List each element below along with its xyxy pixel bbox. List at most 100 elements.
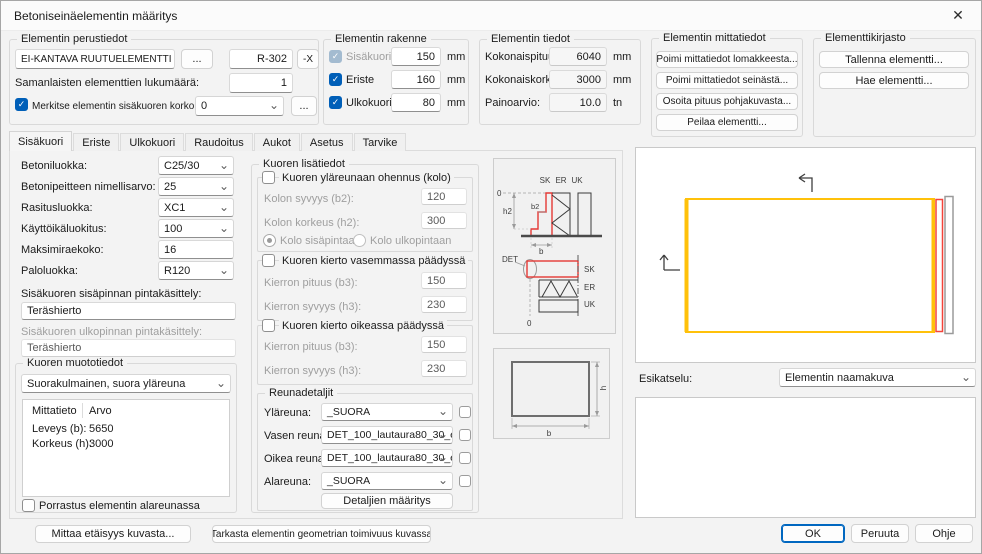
bottom-edge-select[interactable]: _SUORA⌄ [321,472,453,490]
group-structure-title: Elementin rakenne [331,33,431,46]
height-row-value: 3000 [89,438,113,451]
left-turn-checkbox[interactable] [262,254,275,267]
shape-rect [512,362,589,416]
bottom-edge-checkbox[interactable] [459,475,471,487]
insulation-checkbox[interactable]: ✓ [329,73,342,86]
max-aggregate-input[interactable]: 16 [158,240,234,259]
shape-diagram: h b [493,348,610,439]
top-edge-select[interactable]: _SUORA⌄ [321,403,453,421]
fire-class-label: Paloluokka: [21,265,78,278]
group-edges-title: Reunadetaljit [265,387,337,400]
inner-shell-thickness[interactable]: 150 [391,47,441,66]
measure-distance-button[interactable]: Mittaa etäisyys kuvasta... [35,525,191,543]
right-turn-checkbox[interactable] [262,319,275,332]
tab-raudoitus[interactable]: Raudoitus [185,133,253,151]
thinning-checkbox[interactable] [262,171,275,184]
concrete-class-select[interactable]: C25/30⌄ [158,156,234,175]
svg-text:b2: b2 [531,202,539,211]
count-label: Samanlaisten elementtien lukumäärä: [15,77,199,90]
step-bottom-checkbox[interactable] [22,499,35,512]
count-input[interactable]: 1 [229,73,293,93]
mirror-element-button[interactable]: Peilaa elementti... [656,114,798,131]
max-aggregate-label: Maksimiraekoko: [21,244,104,257]
fire-class-select[interactable]: R120⌄ [158,261,234,280]
left-edge-select[interactable]: DET_100_lautaura80_30_e⌄ [321,426,453,444]
name-browse-button[interactable]: ... [181,49,213,69]
tab-aukot[interactable]: Aukot [254,133,300,151]
svg-text:0: 0 [527,319,532,328]
plan-outer-shell [539,300,578,312]
wall-element-dialog: Betoniseinäelementin määritys ✕ Elementi… [0,0,982,554]
load-element-button[interactable]: Hae elementti... [819,72,969,89]
element-code-input[interactable]: R-302 [229,49,293,69]
point-length-button[interactable]: Osoita pituus pohjakuvasta... [656,93,798,110]
preview-list-box[interactable] [635,397,976,518]
group-measure-title: Elementin mittatiedot [659,32,770,45]
element-outline [686,199,934,332]
outer-surface-input: Teräshierto [21,339,236,357]
weight-unit: tn [613,97,622,110]
tab-tarvike[interactable]: Tarvike [354,133,407,151]
korko-select[interactable]: 0 ⌄ [195,96,284,116]
recess-outer-label: Kolo ulkopintaan [370,235,451,248]
svg-text:SK: SK [584,265,595,274]
check-geometry-button[interactable]: Tarkasta elementin geometrian toimivuus … [212,525,431,543]
total-length-unit: mm [613,51,631,64]
preview-mode-label: Esikatselu: [639,373,692,386]
plan-insulation [539,280,578,297]
korko-browse-button[interactable]: ... [291,96,317,116]
total-height-unit: mm [613,74,631,87]
concrete-class-label: Betoniluokka: [21,160,87,173]
element-name-input[interactable]: EI-KANTAVA RUUTUELEMENTTI [15,49,175,69]
pick-from-form-button[interactable]: Poimi mittatiedot lomakkeesta... [656,51,798,68]
outer-shell-checkbox[interactable]: ✓ [329,96,342,109]
service-life-label: Käyttöikäluokitus: [21,223,107,236]
svg-text:SK: SK [540,176,551,185]
top-edge-checkbox[interactable] [459,406,471,418]
inner-shell-unit: mm [447,51,465,64]
outer-shell-rect [578,193,591,236]
close-icon[interactable]: ✕ [935,1,981,30]
recess-depth-label: Kolon syvyys (b2): [264,193,354,206]
service-life-select[interactable]: 100⌄ [158,219,234,238]
right-edge-checkbox[interactable] [459,452,471,464]
outer-shell-thickness[interactable]: 80 [391,93,441,112]
right-edge-select[interactable]: DET_100_lautaura80_30_e⌄ [321,449,453,467]
cancel-button[interactable]: Peruuta [851,524,909,543]
ok-button[interactable]: OK [781,524,845,543]
svg-text:h2: h2 [503,207,512,216]
left-edge-checkbox[interactable] [459,429,471,441]
save-element-button[interactable]: Tallenna elementti... [819,51,969,68]
svg-text:b: b [539,247,544,256]
left-turn-depth-input: 230 [421,296,467,313]
minus-x-button[interactable]: -X [297,49,319,69]
insulation-unit: mm [447,74,465,87]
tab-eriste[interactable]: Eriste [73,133,119,151]
det-circle [524,260,537,279]
svg-text:UK: UK [571,176,583,185]
detail-definition-button[interactable]: Detaljien määritys [321,493,453,509]
right-turn-depth-label: Kierron syvyys (h3): [264,365,361,378]
shape-type-select[interactable]: Suorakulmainen, suora yläreuna⌄ [21,374,231,393]
inner-surface-input[interactable]: Teräshierto [21,302,236,320]
preview-mode-select[interactable]: Elementin naamakuva⌄ [779,368,976,387]
cover-label: Betonipeitteen nimellisarvo: [21,181,156,194]
chevron-down-icon: ⌄ [219,224,229,232]
exposure-select[interactable]: XC1⌄ [158,198,234,217]
svg-text:UK: UK [584,300,596,309]
insulation-thickness[interactable]: 160 [391,70,441,89]
pick-from-wall-button[interactable]: Poimi mittatiedot seinästä... [656,72,798,89]
right-turn-length-label: Kierron pituus (b3): [264,341,358,354]
tab-ulkokuori[interactable]: Ulkokuori [120,133,184,151]
svg-text:ER: ER [584,283,595,292]
korko-checkbox[interactable]: ✓ [15,98,28,111]
tab-sisakuori[interactable]: Sisäkuori [9,131,72,151]
help-button[interactable]: Ohje [915,524,973,543]
tab-asetus[interactable]: Asetus [301,133,353,151]
inner-shell-profile [531,193,552,236]
inner-shell-label: Sisäkuori [346,51,391,64]
chevron-down-icon: ⌄ [269,101,279,109]
right-edge-label: Oikea reuna: [264,453,327,466]
cover-select[interactable]: 25⌄ [158,177,234,196]
left-turn-title: Kuoren kierto vasemmassa päädyssä [279,255,468,268]
